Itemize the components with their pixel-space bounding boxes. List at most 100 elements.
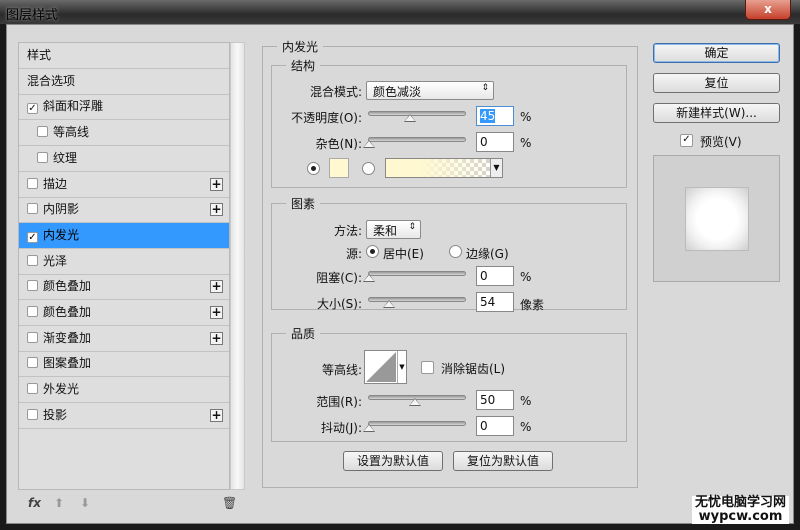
technique-select[interactable]: 柔和 ⇕ bbox=[366, 220, 421, 239]
checkbox[interactable]: ✓ bbox=[27, 103, 38, 115]
add-icon[interactable]: + bbox=[210, 408, 223, 422]
sidebar-item-label: 图案叠加 bbox=[43, 356, 92, 371]
opacity-input[interactable]: 45 bbox=[476, 106, 514, 126]
unit-label: % bbox=[520, 136, 532, 150]
opacity-label: 不透明度(O): bbox=[291, 111, 362, 125]
center-label[interactable]: 居中(E) bbox=[383, 245, 424, 262]
edge-label[interactable]: 边缘(G) bbox=[466, 245, 509, 262]
trash-icon[interactable]: 🗑 bbox=[222, 496, 237, 510]
sidebar-item-label: 光泽 bbox=[43, 253, 68, 268]
add-icon[interactable]: + bbox=[210, 177, 223, 191]
checkbox[interactable] bbox=[37, 126, 48, 138]
checkbox[interactable] bbox=[27, 177, 38, 189]
move-up-icon[interactable]: ⬆ bbox=[54, 496, 64, 510]
move-down-icon[interactable]: ⬇ bbox=[80, 496, 90, 510]
slider-thumb[interactable] bbox=[382, 300, 395, 308]
sidebar-item[interactable]: 描边 + bbox=[19, 172, 229, 198]
close-button[interactable]: x bbox=[745, 0, 791, 20]
blend-mode-select[interactable]: 颜色减淡 ⇕ bbox=[366, 81, 494, 100]
slider-thumb[interactable] bbox=[363, 274, 375, 282]
sidebar-item[interactable]: ✓ 内发光 bbox=[19, 222, 229, 249]
sidebar-item[interactable]: 颜色叠加 + bbox=[19, 274, 229, 301]
opacity-slider[interactable] bbox=[368, 111, 466, 122]
ok-button[interactable]: 确定 bbox=[653, 43, 780, 63]
solid-color-radio[interactable] bbox=[307, 162, 320, 175]
anti-alias-label[interactable]: 消除锯齿(L) bbox=[441, 360, 505, 377]
dropdown-arrow-icon[interactable]: ▼ bbox=[397, 351, 406, 383]
sidebar-item[interactable]: 外发光 bbox=[19, 377, 229, 404]
range-slider[interactable] bbox=[368, 395, 466, 406]
sidebar-item-label: 投影 bbox=[43, 407, 68, 422]
checkbox[interactable] bbox=[27, 306, 38, 317]
jitter-slider[interactable] bbox=[363, 421, 466, 432]
unit-label: % bbox=[520, 394, 532, 408]
sidebar-item[interactable]: 渐变叠加 + bbox=[19, 326, 229, 352]
checkbox[interactable] bbox=[27, 331, 38, 343]
add-icon[interactable]: + bbox=[210, 306, 223, 319]
gradient-picker[interactable]: ▼ bbox=[385, 158, 503, 178]
sidebar-item-label: 渐变叠加 bbox=[43, 330, 92, 345]
checkbox[interactable]: ✓ bbox=[27, 231, 38, 243]
group-title: 内发光 bbox=[277, 38, 324, 55]
sidebar-item[interactable]: 光泽 bbox=[19, 249, 229, 275]
range-input[interactable]: 50 bbox=[476, 390, 514, 410]
edge-radio[interactable] bbox=[449, 245, 462, 258]
checkbox[interactable] bbox=[27, 408, 38, 420]
noise-input[interactable]: 0 bbox=[476, 132, 514, 152]
checkbox[interactable] bbox=[27, 203, 38, 215]
slider-thumb[interactable] bbox=[404, 114, 417, 122]
checkbox[interactable] bbox=[27, 383, 38, 395]
choke-label: 阻塞(C): bbox=[316, 271, 362, 285]
checkbox[interactable] bbox=[27, 357, 38, 369]
dropdown-arrow-icon[interactable]: ▼ bbox=[490, 159, 502, 177]
jitter-label: 抖动(J): bbox=[321, 421, 362, 435]
source-label: 源: bbox=[345, 247, 362, 261]
size-slider[interactable] bbox=[368, 297, 466, 308]
sidebar-item[interactable]: 混合选项 bbox=[19, 69, 229, 95]
add-icon[interactable]: + bbox=[210, 280, 223, 294]
center-radio[interactable] bbox=[366, 245, 379, 258]
sidebar-item[interactable]: 投影 + bbox=[19, 403, 229, 429]
sidebar-item-label: 样式 bbox=[27, 48, 52, 62]
add-icon[interactable]: + bbox=[210, 203, 223, 217]
sidebar-item-label: 斜面和浮雕 bbox=[43, 99, 104, 114]
choke-input[interactable]: 0 bbox=[476, 266, 514, 286]
sidebar-item[interactable]: 颜色叠加 + bbox=[19, 300, 229, 326]
method-label: 方法: bbox=[333, 224, 362, 238]
glow-color-swatch[interactable] bbox=[329, 158, 349, 178]
contour-picker[interactable]: ▼ bbox=[364, 350, 407, 384]
add-icon[interactable]: + bbox=[210, 331, 223, 345]
size-input[interactable]: 54 bbox=[476, 292, 514, 312]
reset-button[interactable]: 复位 bbox=[653, 73, 780, 93]
slider-thumb[interactable] bbox=[409, 398, 421, 406]
sidebar-item[interactable]: ✓ 斜面和浮雕 bbox=[19, 94, 229, 121]
checkbox[interactable] bbox=[27, 254, 38, 266]
sidebar-item[interactable]: 样式 bbox=[19, 43, 229, 69]
fx-icon[interactable]: fx bbox=[28, 496, 41, 510]
gradient-radio[interactable] bbox=[362, 162, 375, 175]
choke-slider[interactable] bbox=[363, 271, 466, 282]
updown-icon: ⇕ bbox=[408, 222, 416, 232]
noise-slider[interactable] bbox=[363, 137, 466, 148]
sidebar-item-label: 描边 bbox=[43, 176, 68, 191]
make-default-button[interactable]: 设置为默认值 bbox=[343, 451, 443, 471]
sidebar-item[interactable]: 图案叠加 bbox=[19, 351, 229, 378]
new-style-button[interactable]: 新建样式(W)... bbox=[653, 103, 780, 123]
sidebar-item[interactable]: 内阴影 + bbox=[19, 197, 229, 224]
sidebar-item[interactable]: 等高线 bbox=[19, 120, 229, 147]
preview-label[interactable]: 预览(V) bbox=[700, 133, 742, 150]
slider-thumb[interactable] bbox=[363, 424, 375, 432]
checkbox[interactable] bbox=[27, 280, 38, 292]
reset-to-default-button[interactable]: 复位为默认值 bbox=[453, 451, 553, 471]
watermark-line2: wypcw.com bbox=[698, 509, 783, 524]
sidebar-item[interactable]: 纹理 bbox=[19, 146, 229, 172]
technique-value: 柔和 bbox=[373, 224, 398, 238]
list-scrollbar[interactable] bbox=[230, 42, 245, 490]
jitter-input[interactable]: 0 bbox=[476, 416, 514, 436]
size-label: 大小(S): bbox=[316, 297, 362, 311]
preview-checkbox[interactable]: ✓ bbox=[680, 134, 693, 147]
checkbox[interactable] bbox=[37, 151, 48, 163]
sidebar-item-label: 等高线 bbox=[53, 125, 90, 140]
slider-thumb[interactable] bbox=[363, 140, 375, 148]
anti-alias-checkbox[interactable] bbox=[421, 361, 434, 374]
